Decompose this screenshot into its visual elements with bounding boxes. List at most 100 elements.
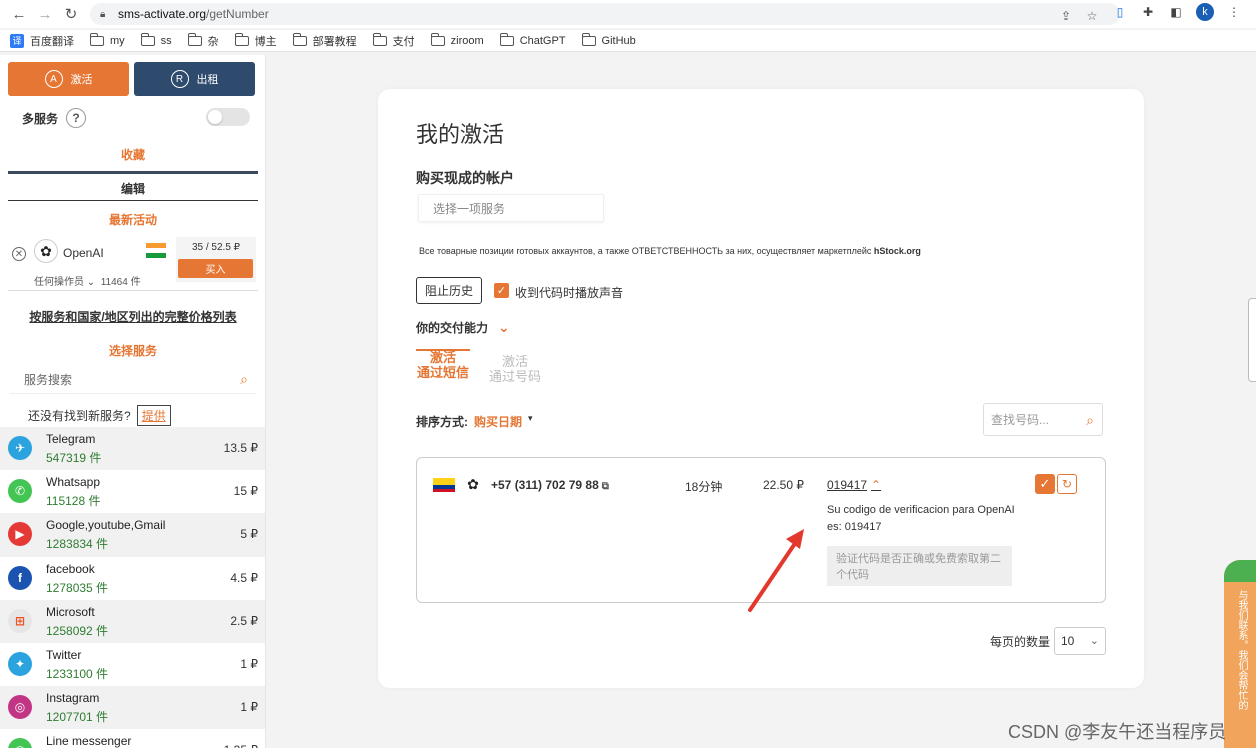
activate-button[interactable]: A 激活 xyxy=(8,62,129,96)
favorites-tab[interactable]: 收藏 xyxy=(8,146,258,163)
service-price: 15 ₽ xyxy=(233,484,258,499)
service-name: facebook xyxy=(46,561,95,576)
service-price: 2.5 ₽ xyxy=(230,613,258,628)
bookmark-item[interactable]: ChatGPT xyxy=(499,32,566,47)
address-bar[interactable]: 🔒︎ sms-activate.org/getNumber ⇪ ☆ xyxy=(90,3,1120,25)
folder-icon xyxy=(140,32,155,46)
multi-service: 多服务 ? xyxy=(22,108,87,128)
service-item[interactable]: ◉ Line messenger 1.35 ₽ xyxy=(0,729,265,748)
recent-activity-title: 最新活动 xyxy=(108,213,157,227)
service-count: 1207701 件 xyxy=(46,710,109,725)
price-list-link[interactable]: 按服务和国家/地区列出的完整价格列表 xyxy=(8,308,258,325)
search-icon[interactable]: ⌕ xyxy=(1086,412,1094,429)
recent-activity-item: ✕ ✿ OpenAI 35 / 52.5 ₽ 买入 任何操作员 ⌄ 11464 … xyxy=(8,235,258,291)
chevron-down-icon: ⌄ xyxy=(1089,635,1099,647)
reload-icon[interactable]: ↻ xyxy=(60,3,82,25)
per-page-select[interactable]: 10 ⌄ xyxy=(1054,627,1106,655)
microsoft-icon: ⊞ xyxy=(8,608,32,633)
watermark: CSDN @李友午还当程序员 xyxy=(1008,722,1227,742)
tab-number[interactable]: 激活 通过号码 xyxy=(488,354,542,384)
back-icon[interactable]: ← xyxy=(8,3,30,25)
menu-icon[interactable]: ⋮ xyxy=(1226,4,1242,20)
provide-link[interactable]: 提供 xyxy=(136,405,171,426)
sms-code[interactable]: 019417 ⌃ xyxy=(827,478,881,492)
confirm-button[interactable]: ✓ xyxy=(1035,474,1055,494)
retry-icon[interactable]: ↻ xyxy=(1057,474,1077,494)
annotation-arrow xyxy=(748,529,804,612)
search-icon[interactable]: ⌕ xyxy=(240,371,248,388)
hstock-link[interactable]: hStock.org xyxy=(874,246,921,256)
sound-checkbox[interactable]: ✓ xyxy=(494,283,509,298)
extensions-icon[interactable]: ✚ xyxy=(1140,4,1156,20)
colombia-flag-icon xyxy=(433,478,455,492)
profile-avatar[interactable]: k xyxy=(1196,3,1214,21)
bookmark-item[interactable]: 杂 xyxy=(187,32,219,49)
share-icon[interactable]: ⇪ xyxy=(1058,8,1074,24)
service-name: Line messenger xyxy=(46,734,132,748)
activate-icon: A xyxy=(44,70,63,88)
stop-history-button[interactable]: 阻止历史 xyxy=(416,277,482,304)
contact-widget[interactable]: 与我们联系。我们会帮忙的 xyxy=(1224,560,1256,748)
payment-toggle[interactable]: 你的交付能力 ⌄ xyxy=(416,319,510,336)
service-item[interactable]: ✦ Twitter 1233100 件 1 ₽ xyxy=(0,643,265,686)
bookmark-item[interactable]: GitHub xyxy=(581,32,636,47)
whatsapp-icon: ✆ xyxy=(8,479,32,504)
youtube-icon: ▶ xyxy=(8,522,32,547)
telegram-icon: ✈ xyxy=(8,436,32,460)
service-item[interactable]: ✈ Telegram 547319 件 13.5 ₽ xyxy=(0,427,265,471)
bookmark-item[interactable]: 博主 xyxy=(234,32,277,49)
help-icon[interactable]: ? xyxy=(66,108,87,128)
edit-tab[interactable]: 编辑 xyxy=(8,180,258,197)
bookmarks-bar: 译百度翻译 my ss 杂 博主 部署教程 支付 ziroom ChatGPT … xyxy=(0,30,1256,52)
bookmark-item[interactable]: 支付 xyxy=(372,32,415,49)
bookmark-item[interactable]: my xyxy=(90,32,125,47)
folder-icon xyxy=(372,32,387,46)
chevron-up-icon: ⌃ xyxy=(871,478,882,492)
service-item[interactable]: ▶ Google,youtube,Gmail 1283834 件 5 ₽ xyxy=(0,513,265,557)
sort-control[interactable]: 排序方式: 购买日期 ▾ xyxy=(416,413,533,430)
service-count: 115128 件 xyxy=(46,494,101,509)
instagram-icon: ◎ xyxy=(8,695,32,720)
service-price: 1 ₽ xyxy=(240,656,258,671)
india-flag-icon xyxy=(146,243,166,258)
forward-icon[interactable]: → xyxy=(34,3,56,25)
rent-button[interactable]: R 出租 xyxy=(134,62,255,96)
caret-down-icon: ▾ xyxy=(528,413,533,423)
copy-icon[interactable]: ⧉ xyxy=(602,481,609,492)
service-count: 1258092 件 xyxy=(46,623,109,638)
time-left: 18分钟 xyxy=(685,480,723,494)
bookmark-item[interactable]: ziroom xyxy=(430,32,484,47)
service-search-input[interactable]: 服务搜索 ⌕ xyxy=(10,366,256,394)
lock-icon: 🔒︎ xyxy=(100,9,106,20)
service-price: 5 ₽ xyxy=(240,527,258,542)
buy-button[interactable]: 买入 xyxy=(178,259,253,278)
rent-icon: R xyxy=(170,70,189,88)
activation-price: 22.50 ₽ xyxy=(763,478,804,492)
scroll-handle[interactable] xyxy=(1248,298,1256,382)
recent-price: 35 / 52.5 ₽ xyxy=(191,242,241,253)
service-name: Twitter xyxy=(46,647,82,662)
verify-code-button[interactable]: 验证代码是否正确或免费索取第二个代码 xyxy=(827,546,1012,586)
bookmark-item[interactable]: 部署教程 xyxy=(292,32,357,49)
service-item[interactable]: ✆ Whatsapp 115128 件 15 ₽ xyxy=(0,470,265,513)
tab-sms[interactable]: 激活 通过短信 xyxy=(416,350,470,380)
service-price: 1.35 ₽ xyxy=(224,743,258,748)
sms-message: Su codigo de verificacion para OpenAI es… xyxy=(827,504,1015,533)
operator-select[interactable]: 任何操作员 ⌄ 11464 件 xyxy=(34,273,141,288)
sidepanel-icon[interactable]: ◧ xyxy=(1168,4,1184,20)
close-icon[interactable]: ✕ xyxy=(12,247,26,261)
service-item[interactable]: ◎ Instagram 1207701 件 1 ₽ xyxy=(0,686,265,730)
translate-icon: 译 xyxy=(10,33,24,48)
bookmark-item[interactable]: ss xyxy=(140,32,172,47)
phone-icon[interactable]: ▯ xyxy=(1112,4,1128,20)
service-select[interactable]: 选择一项服务 xyxy=(418,194,604,222)
service-price: 13.5 ₽ xyxy=(223,441,258,455)
multi-service-toggle[interactable] xyxy=(206,108,250,126)
service-item[interactable]: ⊞ Microsoft 1258092 件 2.5 ₽ xyxy=(0,599,265,643)
bookmark-item[interactable]: 译百度翻译 xyxy=(10,33,74,49)
bookmark-star-icon[interactable]: ☆ xyxy=(1084,8,1100,24)
find-number-input[interactable]: 查找号码... ⌕ xyxy=(983,403,1103,436)
browser-toolbar: ← → ↻ 🔒︎ sms-activate.org/getNumber ⇪ ☆ … xyxy=(0,0,1256,28)
service-item[interactable]: f facebook 1278035 件 4.5 ₽ xyxy=(0,557,265,600)
twitter-icon: ✦ xyxy=(8,651,32,676)
